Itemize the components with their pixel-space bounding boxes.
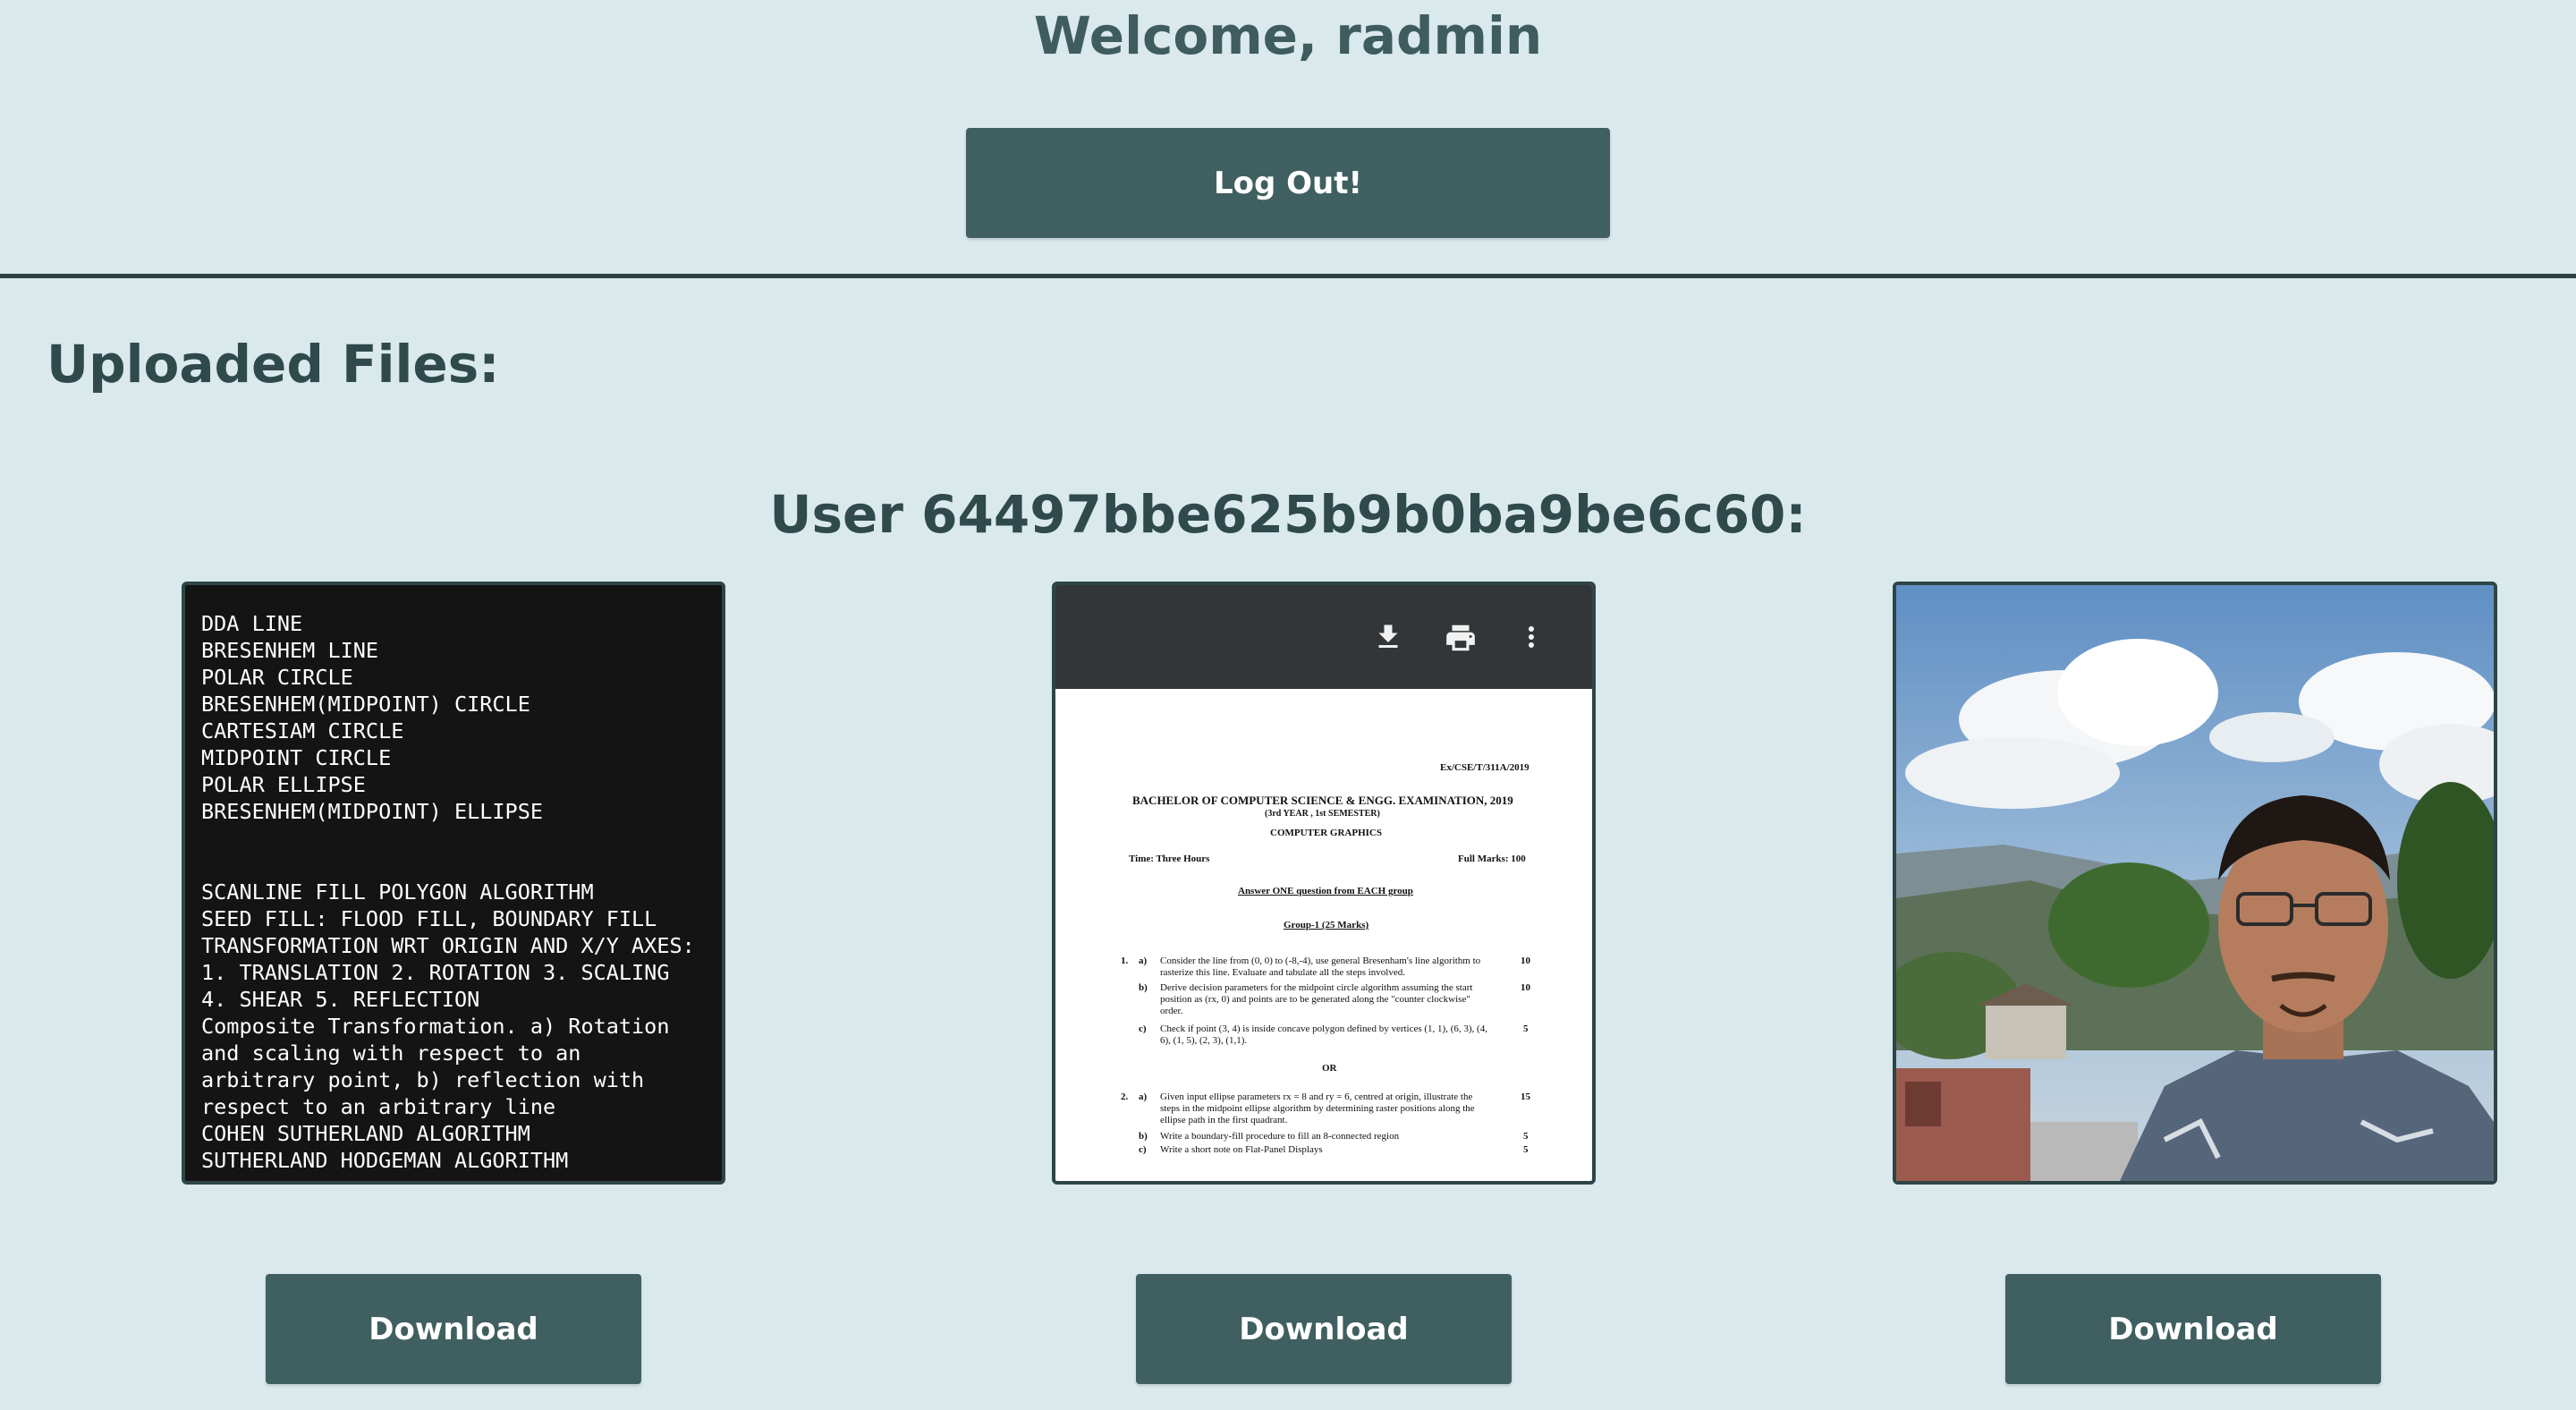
exam-code: Ex/CSE/T/311A/2019 [1440, 762, 1530, 773]
question-text: Given input ellipse parameters rx = 8 an… [1160, 1091, 1473, 1102]
exam-year: (3rd YEAR , 1st SEMESTER) [1265, 809, 1380, 819]
welcome-heading: Welcome, radmin [1033, 5, 1543, 66]
pdf-page: Ex/CSE/T/311A/2019 BACHELOR OF COMPUTER … [1063, 689, 1585, 1181]
image-file-preview[interactable] [1893, 582, 2497, 1185]
question-marks: 5 [1523, 1131, 1529, 1142]
exam-subject: COMPUTER GRAPHICS [1270, 828, 1382, 838]
user-heading: User 64497bbe625b9b0ba9be6c60: [769, 484, 1807, 545]
download-button[interactable]: Download [1136, 1274, 1512, 1384]
exam-title: BACHELOR OF COMPUTER SCIENCE & ENGG. EXA… [1132, 794, 1513, 807]
question-text: 6), (1, 5), (2, 3), (1,1). [1160, 1035, 1248, 1046]
part-label: b) [1139, 982, 1148, 993]
question-text: Write a boundary-fill procedure to fill … [1160, 1131, 1400, 1142]
part-label: a) [1139, 956, 1148, 966]
print-icon[interactable] [1444, 621, 1476, 653]
question-text: Consider the line from (0, 0) to (-8,-4)… [1160, 956, 1481, 966]
question-text: Check if point (3, 4) is inside concave … [1160, 1024, 1487, 1034]
question-marks: 10 [1521, 956, 1530, 966]
text-file-content: DDA LINE BRESENHEM LINE POLAR CIRCLE BRE… [201, 611, 695, 1173]
or-separator: OR [1322, 1063, 1337, 1074]
exam-instruction: Answer ONE question from EACH group [1238, 886, 1413, 896]
download-icon[interactable] [1372, 621, 1404, 653]
download-button[interactable]: Download [266, 1274, 641, 1384]
question-marks: 5 [1523, 1024, 1529, 1034]
question-number: 2. [1121, 1091, 1129, 1102]
exam-marks: Full Marks: 100 [1458, 854, 1526, 864]
more-vert-icon[interactable] [1515, 621, 1547, 653]
question-marks: 10 [1521, 982, 1530, 993]
question-marks: 15 [1521, 1091, 1530, 1102]
part-label: c) [1139, 1144, 1147, 1155]
divider [0, 274, 2576, 278]
part-label: b) [1139, 1131, 1148, 1142]
logout-button[interactable]: Log Out! [966, 128, 1610, 238]
question-text: Derive decision parameters for the midpo… [1160, 982, 1473, 993]
question-text: order. [1160, 1006, 1183, 1016]
question-number: 1. [1121, 956, 1129, 966]
part-label: c) [1139, 1024, 1147, 1034]
question-text: rasterize this line. Evaluate and tabula… [1160, 967, 1405, 978]
part-label: a) [1139, 1091, 1148, 1102]
uploaded-photo [1896, 585, 2494, 1181]
pdf-toolbar [1055, 585, 1592, 689]
text-file-preview[interactable]: DDA LINE BRESENHEM LINE POLAR CIRCLE BRE… [182, 582, 725, 1185]
question-text: steps in the midpoint ellipse algorithm … [1160, 1103, 1475, 1114]
uploaded-files-heading: Uploaded Files: [47, 334, 500, 395]
pdf-file-preview[interactable]: Ex/CSE/T/311A/2019 BACHELOR OF COMPUTER … [1052, 582, 1596, 1185]
question-text: position as (rx, 0) and points are to be… [1160, 994, 1470, 1005]
question-text: ellipse path in the first quadrant. [1160, 1115, 1288, 1125]
group-heading: Group-1 (25 Marks) [1284, 920, 1369, 930]
question-marks: 5 [1523, 1144, 1529, 1155]
download-button[interactable]: Download [2005, 1274, 2381, 1384]
question-text: Write a short note on Flat-Panel Display… [1160, 1144, 1323, 1155]
exam-time: Time: Three Hours [1129, 854, 1210, 864]
